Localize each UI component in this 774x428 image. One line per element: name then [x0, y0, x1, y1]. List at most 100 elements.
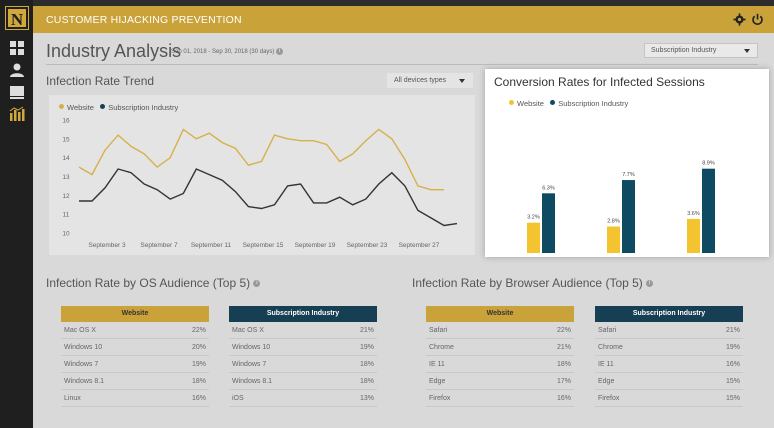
browser-table-title-text: Infection Rate by Browser Audience (Top … — [412, 276, 643, 290]
table-row: IE 11 16% — [595, 356, 743, 373]
table-row: Mac OS X 22% — [61, 322, 209, 339]
title-divider — [46, 64, 758, 65]
row-value: 18% — [359, 361, 374, 368]
sidebar: N — [0, 0, 33, 428]
y-tick-label: 12 — [62, 193, 70, 200]
gear-icon[interactable] — [733, 13, 746, 26]
row-label: Windows 10 — [232, 344, 271, 351]
x-tick-label: September 27 — [399, 242, 440, 249]
row-value: 15% — [725, 395, 740, 402]
industry-select[interactable]: Subscription Industry — [644, 43, 758, 58]
grid-icon[interactable] — [9, 40, 25, 56]
row-value: 13% — [359, 395, 374, 402]
row-label: IE 11 — [429, 361, 445, 368]
table-row: Firefox 15% — [595, 390, 743, 407]
table-row: Windows 8.1 18% — [61, 373, 209, 390]
book-icon[interactable] — [9, 84, 25, 100]
table-row: IE 11 18% — [426, 356, 574, 373]
row-label: Mac OS X — [64, 327, 96, 334]
user-icon[interactable] — [9, 62, 25, 78]
row-label: iOS — [232, 395, 244, 402]
industry-bar — [622, 180, 635, 253]
y-tick-label: 11 — [63, 212, 70, 219]
table-header: Website — [426, 306, 574, 322]
bar-value-label: 3.6% — [687, 211, 700, 217]
browser-table-title: Infection Rate by Browser Audience (Top … — [412, 276, 654, 290]
x-tick-label: September 7 — [140, 242, 178, 249]
conversion-bar-chart: 3.2%6.3%Desktop2.8%7.7%Mobile3.6%8.9%Tab… — [527, 161, 715, 253]
info-icon[interactable]: i — [253, 280, 261, 288]
x-tick-label: September 15 — [243, 242, 284, 249]
row-label: Edge — [598, 378, 615, 385]
row-label: Edge — [429, 378, 446, 385]
main-content: Industry Analysis Sep 01, 2018 - Sep 30,… — [33, 33, 774, 428]
table-row: iOS 13% — [229, 390, 377, 407]
browser-website-table: Website Safari 22% Chrome 21% IE 11 18% Edge 17… — [426, 306, 574, 407]
row-value: 15% — [725, 378, 740, 385]
browser-industry-table: Subscription Industry Safari 21% Chrome 19%… — [595, 306, 743, 407]
row-value: 18% — [359, 378, 374, 385]
row-value: 18% — [191, 378, 206, 385]
row-label: Firefox — [598, 395, 620, 402]
device-select[interactable]: All devices types — [387, 73, 473, 88]
os-website-table: Website Mac OS X 22% Windows 10 20% Windows … — [61, 306, 209, 407]
table-row: Firefox 16% — [426, 390, 574, 407]
table-header: Website — [61, 306, 209, 322]
x-tick-label: September 23 — [347, 242, 388, 249]
row-label: Safari — [429, 327, 448, 334]
table-row: Chrome 19% — [595, 339, 743, 356]
industry-bar — [702, 168, 715, 253]
y-tick-label: 13 — [62, 174, 70, 181]
row-value: 20% — [191, 344, 206, 351]
bar-value-label: 3.2% — [527, 215, 540, 221]
x-tick-label: September 19 — [295, 242, 336, 249]
row-value: 16% — [725, 361, 740, 368]
row-value: 22% — [556, 327, 571, 334]
date-range-text: Sep 01, 2018 - Sep 30, 2018 (30 days) — [171, 49, 275, 56]
row-value: 22% — [191, 327, 206, 334]
trend-title: Infection Rate Trend — [46, 74, 155, 88]
row-label: Windows 10 — [64, 344, 103, 351]
row-label: Linux — [64, 395, 81, 402]
table-row: Windows 7 19% — [61, 356, 209, 373]
website-bar — [687, 218, 700, 253]
chevron-down-icon — [459, 79, 465, 83]
info-icon[interactable]: i — [276, 48, 284, 55]
table-header: Subscription Industry — [595, 306, 743, 322]
table-row: Windows 10 19% — [229, 339, 377, 356]
table-row: Windows 10 20% — [61, 339, 209, 356]
table-row: Safari 21% — [595, 322, 743, 339]
row-value: 19% — [191, 361, 206, 368]
row-label: Windows 8.1 — [232, 378, 273, 385]
table-row: Edge 17% — [426, 373, 574, 390]
row-label: Firefox — [429, 395, 451, 402]
table-row: Edge 15% — [595, 373, 743, 390]
y-tick-label: 14 — [62, 155, 70, 162]
table-row: Safari 22% — [426, 322, 574, 339]
row-value: 21% — [359, 327, 374, 334]
row-label: Windows 8.1 — [64, 378, 105, 385]
power-icon[interactable] — [751, 13, 764, 26]
row-label: Chrome — [598, 344, 623, 351]
table-row: Windows 7 18% — [229, 356, 377, 373]
row-value: 21% — [556, 344, 571, 351]
y-tick-label: 16 — [62, 118, 70, 125]
industry-line — [79, 168, 458, 227]
row-label: Mac OS X — [232, 327, 264, 334]
trend-chart-area: Website Subscription Industry 16 15 14 13 12… — [49, 95, 475, 255]
info-icon[interactable]: i — [646, 280, 654, 288]
app-frame: N CUSTOMER HIJACKING PREVENTION Industry… — [0, 0, 774, 428]
top-bar: CUSTOMER HIJACKING PREVENTION — [33, 6, 774, 33]
os-industry-table: Subscription Industry Mac OS X 21% Windows… — [229, 306, 377, 407]
os-table-title: Infection Rate by OS Audience (Top 5) i — [46, 276, 261, 290]
bar-chart-icon[interactable] — [9, 106, 25, 122]
row-value: 19% — [725, 344, 740, 351]
x-tick-label: September 3 — [88, 242, 126, 249]
bar-value-label: 8.9% — [702, 161, 715, 167]
table-row: Linux 16% — [61, 390, 209, 407]
row-value: 18% — [556, 361, 571, 368]
app-logo[interactable]: N — [5, 6, 29, 30]
date-range: Sep 01, 2018 - Sep 30, 2018 (30 days) i — [171, 48, 284, 56]
table-row: Chrome 21% — [426, 339, 574, 356]
row-value: 16% — [191, 395, 206, 402]
